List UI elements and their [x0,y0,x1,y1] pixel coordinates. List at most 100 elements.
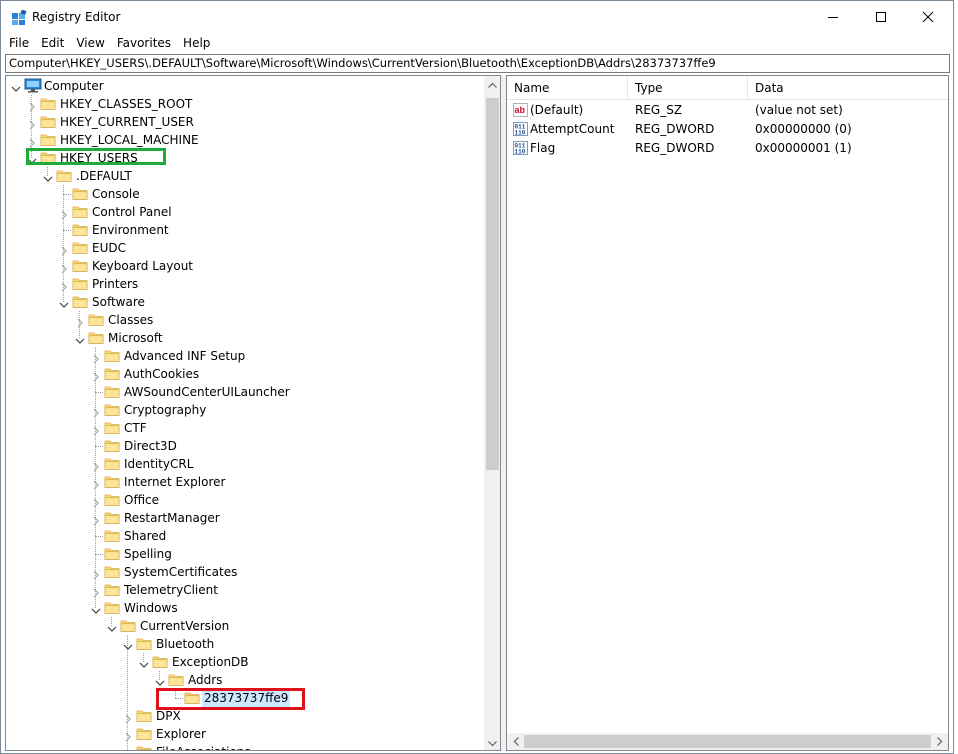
tree-node-label[interactable]: HKEY_CURRENT_USER [58,113,196,131]
chevron-right-icon[interactable] [59,207,69,220]
chevron-down-icon[interactable] [107,621,117,632]
scroll-up-arrow-icon[interactable] [484,76,500,93]
tree-node[interactable]: HKEY_CLASSES_ROOT [6,95,484,113]
chevron-right-icon[interactable] [91,477,101,490]
chevron-down-icon[interactable] [59,297,69,308]
tree-node-label[interactable]: Spelling [122,545,174,563]
tree-node-label[interactable]: RestartManager [122,509,222,527]
tree-node[interactable]: EUDC [6,239,484,257]
tree-node[interactable]: ExceptionDB [6,653,484,671]
list-horizontal-scrollbar[interactable] [507,733,948,750]
tree-vertical-scrollbar[interactable] [484,76,500,750]
chevron-down-icon[interactable] [155,675,165,686]
menu-help[interactable]: Help [177,33,216,53]
tree-node-label[interactable]: HKEY_CLASSES_ROOT [58,95,194,113]
value-row[interactable]: 011 110 AttemptCount REG_DWORD 0x00000000 (0… [507,120,948,139]
list-scroll-thumb[interactable] [524,735,931,748]
chevron-right-icon[interactable] [75,315,85,328]
tree-node-label[interactable]: Console [90,185,142,203]
tree-scroll-thumb[interactable] [486,98,499,470]
tree-node[interactable]: FileAssociations [6,743,484,750]
address-bar[interactable]: Computer\HKEY_USERS\.DEFAULT\Software\Mi… [5,54,950,73]
tree-node[interactable]: Software [6,293,484,311]
tree-node-label[interactable]: Cryptography [122,401,208,419]
chevron-right-icon[interactable] [123,729,133,742]
tree-node[interactable]: Explorer [6,725,484,743]
tree-node[interactable]: HKEY_CURRENT_USER [6,113,484,131]
menu-edit[interactable]: Edit [35,33,70,53]
tree-node-label[interactable]: Environment [90,221,171,239]
tree-node[interactable]: RestartManager [6,509,484,527]
tree-node-label[interactable]: CurrentVersion [138,617,231,635]
tree-node[interactable]: Classes [6,311,484,329]
value-row[interactable]: 011 110 Flag REG_DWORD 0x00000001 (1) [507,139,948,158]
tree-node[interactable]: Windows [6,599,484,617]
maximize-button[interactable] [858,1,904,33]
chevron-right-icon[interactable] [123,747,133,750]
tree-node-label[interactable]: Printers [90,275,140,293]
tree-node[interactable]: Direct3D [6,437,484,455]
chevron-down-icon[interactable] [43,171,53,182]
scroll-right-arrow-icon[interactable] [931,733,948,750]
minimize-button[interactable] [810,1,856,33]
tree-node-label[interactable]: SystemCertificates [122,563,239,581]
tree-node-label[interactable]: Direct3D [122,437,179,455]
key-tree-pane[interactable]: Computer HKEY_CLASSES_ROOT HKEY_CURRENT_US… [5,75,501,751]
chevron-right-icon[interactable] [91,513,101,526]
tree-node-label[interactable]: AuthCookies [122,365,201,383]
tree-node-label[interactable]: Classes [106,311,155,329]
tree-node-label[interactable]: Explorer [154,725,208,743]
tree-node[interactable]: SystemCertificates [6,563,484,581]
tree-node-label[interactable]: Internet Explorer [122,473,227,491]
tree-node[interactable]: Addrs [6,671,484,689]
tree-node-label[interactable]: Microsoft [106,329,165,347]
tree-node[interactable]: Shared [6,527,484,545]
tree-node[interactable]: Control Panel [6,203,484,221]
chevron-down-icon[interactable] [75,333,85,344]
column-header-type[interactable]: Type [628,76,748,100]
tree-node[interactable]: CTF [6,419,484,437]
chevron-right-icon[interactable] [91,567,101,580]
tree-node[interactable]: Environment [6,221,484,239]
tree-node-label[interactable]: FileAssociations [154,743,253,750]
tree-node[interactable]: Printers [6,275,484,293]
chevron-down-icon[interactable] [11,81,21,92]
tree-node[interactable]: Cryptography [6,401,484,419]
chevron-right-icon[interactable] [59,279,69,292]
tree-node[interactable]: Microsoft [6,329,484,347]
tree-node[interactable]: Internet Explorer [6,473,484,491]
chevron-right-icon[interactable] [27,99,37,112]
menu-view[interactable]: View [70,33,110,53]
close-button[interactable] [905,1,951,33]
menu-favorites[interactable]: Favorites [111,33,177,53]
chevron-right-icon[interactable] [91,585,101,598]
tree-node[interactable]: HKEY_LOCAL_MACHINE [6,131,484,149]
tree-node-label[interactable]: Software [90,293,147,311]
chevron-down-icon[interactable] [139,657,149,668]
tree-node-label[interactable]: Advanced INF Setup [122,347,247,365]
chevron-right-icon[interactable] [27,117,37,130]
tree-node-label[interactable]: IdentityCRL [122,455,195,473]
chevron-right-icon[interactable] [91,405,101,418]
chevron-right-icon[interactable] [27,135,37,148]
tree-node-label[interactable]: .DEFAULT [74,167,134,185]
column-header-data[interactable]: Data [748,76,948,100]
chevron-right-icon[interactable] [91,459,101,472]
chevron-right-icon[interactable] [59,261,69,274]
tree-node[interactable]: CurrentVersion [6,617,484,635]
tree-node[interactable]: Advanced INF Setup [6,347,484,365]
tree-node[interactable]: Computer [6,77,484,95]
tree-node-label[interactable]: ExceptionDB [170,653,251,671]
tree-node-label[interactable]: Keyboard Layout [90,257,195,275]
tree-node-label[interactable]: Addrs [186,671,224,689]
tree-node[interactable]: TelemetryClient [6,581,484,599]
tree-node-label[interactable]: CTF [122,419,149,437]
tree-node-label[interactable]: Shared [122,527,168,545]
title-bar[interactable]: Registry Editor [1,1,953,33]
tree-node-label[interactable]: AWSoundCenterUILauncher [122,383,292,401]
tree-node[interactable]: AWSoundCenterUILauncher [6,383,484,401]
chevron-right-icon[interactable] [91,351,101,364]
chevron-right-icon[interactable] [59,243,69,256]
tree-node[interactable]: AuthCookies [6,365,484,383]
chevron-right-icon[interactable] [91,495,101,508]
